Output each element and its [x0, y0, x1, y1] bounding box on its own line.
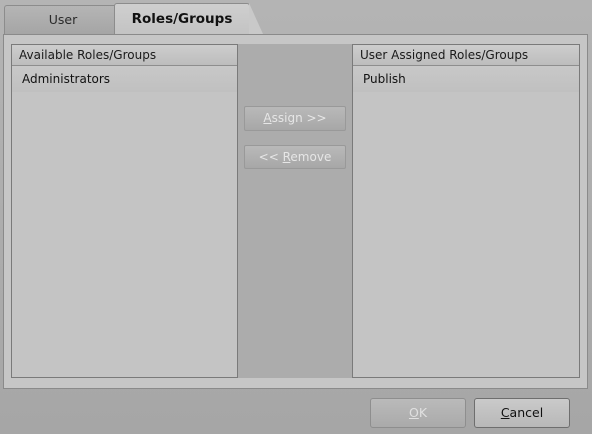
assign-controls: Assign >> << Remove: [238, 44, 352, 378]
ok-button[interactable]: OK: [370, 398, 466, 428]
available-role-item[interactable]: Administrators: [12, 66, 237, 92]
roles-groups-panel: Available Roles/Groups Administrators As…: [3, 34, 588, 389]
user-roles-dialog: User Roles/Groups Available Roles/Groups…: [0, 0, 592, 434]
assign-mnemonic: A: [263, 111, 272, 125]
available-roles-list[interactable]: Available Roles/Groups Administrators: [11, 44, 238, 378]
remove-prefix: <<: [258, 150, 283, 164]
tab-strip: User Roles/Groups: [0, 0, 592, 34]
cancel-button[interactable]: Cancel: [474, 398, 570, 428]
assign-button[interactable]: Assign >>: [244, 106, 346, 131]
assigned-roles-header: User Assigned Roles/Groups: [353, 45, 579, 66]
remove-button[interactable]: << Remove: [244, 145, 346, 169]
cancel-label: ancel: [509, 405, 544, 420]
tab-roles-groups-label: Roles/Groups: [131, 11, 233, 27]
available-roles-header: Available Roles/Groups: [12, 45, 237, 66]
assigned-roles-list[interactable]: User Assigned Roles/Groups Publish: [352, 44, 580, 378]
remove-label: emove: [290, 150, 332, 164]
ok-mnemonic: O: [408, 405, 419, 420]
tab-user-label: User: [48, 12, 78, 27]
cancel-mnemonic: C: [500, 405, 510, 420]
ok-label: K: [418, 405, 428, 420]
tab-user[interactable]: User: [4, 5, 122, 34]
assign-label: ssign >>: [271, 111, 327, 125]
assigned-role-item[interactable]: Publish: [353, 66, 579, 92]
tab-roles-groups[interactable]: Roles/Groups: [114, 3, 263, 34]
